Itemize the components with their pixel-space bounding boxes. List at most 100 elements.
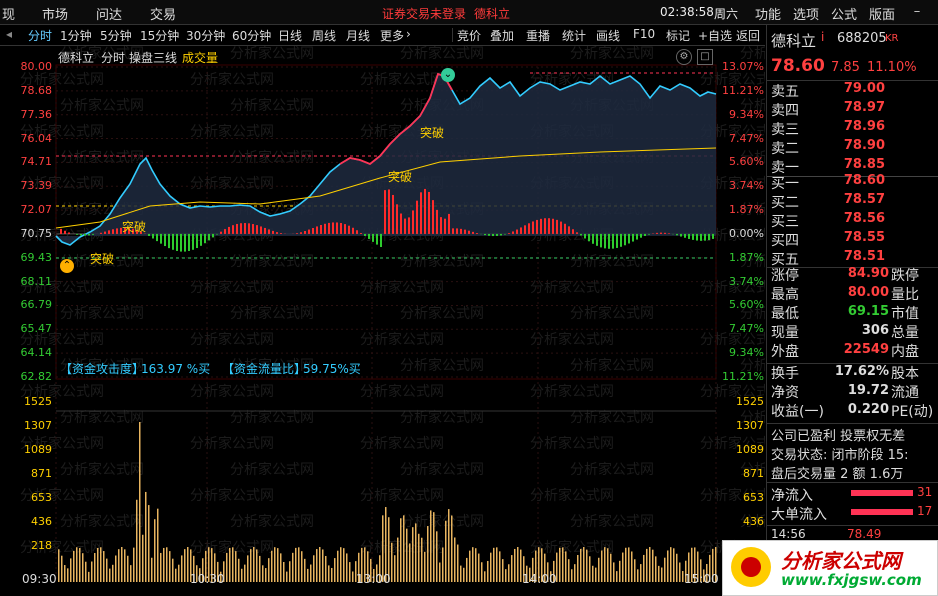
menu-item-wenda[interactable]: 问达 bbox=[96, 4, 122, 23]
volume-bar bbox=[565, 551, 567, 582]
btn-overlay[interactable]: 叠加 bbox=[490, 27, 514, 44]
chart-canvas[interactable]: 分析家公式网分析家公式网分析家公式网分析家公式网分析家公式网分析家公式网分析家公… bbox=[0, 46, 765, 596]
indicator-bar bbox=[372, 233, 374, 242]
watermark-text: 分析家公式网 bbox=[530, 331, 614, 348]
tab-period-1min[interactable]: 1分钟 bbox=[60, 27, 92, 44]
volume-bar bbox=[622, 552, 624, 582]
volume-bar bbox=[385, 507, 387, 582]
watermark-text: 分析家公式网 bbox=[360, 331, 444, 348]
btn-replay[interactable]: 重播 bbox=[526, 27, 550, 44]
btn-back[interactable]: 返回 bbox=[736, 27, 760, 44]
tab-period-day[interactable]: 日线 bbox=[278, 27, 302, 44]
btn-f10[interactable]: F10 bbox=[633, 27, 655, 41]
tab-period-15min[interactable]: 15分钟 bbox=[140, 27, 179, 44]
volume-bar bbox=[466, 557, 468, 582]
indicator-bar bbox=[208, 233, 210, 241]
indicator-bar bbox=[536, 219, 538, 234]
percent-tick-label: 1.87% bbox=[729, 203, 764, 217]
collapse-left-icon[interactable]: ◂ bbox=[6, 27, 12, 41]
volume-bar bbox=[301, 551, 303, 582]
volume-bar bbox=[469, 550, 471, 582]
indicator-bar bbox=[640, 233, 642, 238]
volume-bar bbox=[142, 534, 144, 582]
trade-login-notice[interactable]: 证券交易未登录 bbox=[382, 5, 466, 22]
btn-add-watchlist[interactable]: +自选 bbox=[698, 27, 732, 44]
chart-volume-label[interactable]: 成交量 bbox=[182, 49, 218, 66]
volume-tick-label-left: 1525 bbox=[24, 395, 52, 408]
volume-bar bbox=[646, 548, 648, 582]
site-logo: 分析家公式网 www.fxjgsw.com bbox=[722, 540, 938, 596]
bid-level[interactable]: 买一 78.60 bbox=[771, 173, 935, 192]
tab-period-week[interactable]: 周线 bbox=[312, 27, 336, 44]
indicator-bar bbox=[336, 222, 338, 234]
btn-stats[interactable]: 统计 bbox=[562, 27, 586, 44]
tab-period-fenshi[interactable]: 分时 bbox=[28, 27, 52, 44]
tab-period-30min[interactable]: 30分钟 bbox=[186, 27, 225, 44]
volume-bar bbox=[664, 557, 666, 582]
menu-item-formula[interactable]: 公式 bbox=[831, 4, 857, 23]
quote-panel: 德科立 i 688205 KR 78.60 7.85 11.10% 卖五 79.0… bbox=[766, 25, 938, 596]
bid-level[interactable]: 买三 78.56 bbox=[771, 211, 935, 230]
volume-bar bbox=[232, 547, 234, 582]
menu-item-xian[interactable]: 现 bbox=[2, 4, 15, 23]
fund-attack-label: 【资金攻击度】 bbox=[60, 362, 145, 376]
tab-period-more[interactable]: 更多 bbox=[380, 27, 404, 44]
more-arrow-icon[interactable]: › bbox=[406, 27, 411, 41]
settings-icon[interactable]: ⚙ bbox=[676, 49, 692, 65]
ask-level[interactable]: 卖四 78.97 bbox=[771, 100, 935, 119]
bid-level[interactable]: 买四 78.55 bbox=[771, 230, 935, 249]
volume-bar bbox=[487, 560, 489, 582]
indicator-bar bbox=[108, 230, 110, 234]
stat-label: 收益(一) bbox=[771, 404, 824, 420]
watermark-text: 分析家公式网 bbox=[60, 305, 144, 322]
volume-bar bbox=[460, 565, 462, 582]
ask-level[interactable]: 卖二 78.90 bbox=[771, 138, 935, 157]
volume-bar bbox=[175, 568, 177, 582]
volume-bar bbox=[430, 510, 432, 582]
volume-tick-label-left: 436 bbox=[31, 515, 52, 528]
book-level-price: 78.96 bbox=[843, 119, 885, 134]
maximize-chart-icon[interactable]: □ bbox=[697, 49, 713, 65]
ask-level[interactable]: 卖三 78.96 bbox=[771, 119, 935, 138]
indicator-bar bbox=[164, 233, 166, 247]
chart-indicator-name[interactable]: 操盘三线 bbox=[129, 49, 177, 66]
volume-bar bbox=[649, 547, 651, 582]
watermark-text: 分析家公式网 bbox=[530, 487, 614, 504]
volume-bar bbox=[136, 499, 138, 582]
percent-tick-label: 5.60% bbox=[729, 298, 764, 312]
tab-period-month[interactable]: 月线 bbox=[346, 27, 370, 44]
btn-auction[interactable]: 竞价 bbox=[457, 27, 481, 44]
menu-item-layout[interactable]: 版面 bbox=[869, 4, 895, 23]
percent-tick-label: 1.87% bbox=[729, 250, 764, 264]
info-flag-icon[interactable]: i bbox=[821, 30, 824, 44]
minimize-icon[interactable]: – bbox=[908, 3, 926, 21]
tick-price: 78.49 bbox=[847, 527, 882, 541]
volume-bar bbox=[409, 543, 411, 582]
menu-item-trade[interactable]: 交易 bbox=[150, 4, 176, 23]
indicator-bar bbox=[704, 233, 706, 241]
intraday-chart[interactable]: 分析家公式网分析家公式网分析家公式网分析家公式网分析家公式网分析家公式网分析家公… bbox=[0, 46, 765, 596]
tab-period-5min[interactable]: 5分钟 bbox=[100, 27, 132, 44]
indicator-bar bbox=[448, 213, 450, 234]
indicator-bar bbox=[592, 233, 594, 244]
indicator-bar bbox=[624, 233, 626, 246]
trade-status: 交易状态: 闭市阶段 15: bbox=[771, 448, 909, 463]
watermark-text: 分析家公式网 bbox=[530, 435, 614, 452]
tab-period-60min[interactable]: 60分钟 bbox=[232, 27, 271, 44]
indicator-bar bbox=[412, 210, 414, 234]
btn-mark[interactable]: 标记 bbox=[666, 27, 690, 44]
btn-draw[interactable]: 画线 bbox=[596, 27, 620, 44]
book-level-label: 买一 bbox=[771, 176, 799, 192]
menu-item-options[interactable]: 选项 bbox=[793, 4, 819, 23]
volume-bar bbox=[493, 547, 495, 582]
ask-level[interactable]: 卖五 79.00 bbox=[771, 81, 935, 100]
indicator-bar bbox=[388, 189, 390, 234]
menu-item-market[interactable]: 市场 bbox=[42, 4, 68, 23]
time-tick-label: 15:00 bbox=[684, 572, 719, 586]
watermark-text: 分析家公式网 bbox=[230, 513, 314, 530]
book-level-price: 79.00 bbox=[843, 81, 885, 96]
bid-level[interactable]: 买二 78.57 bbox=[771, 192, 935, 211]
volume-bar bbox=[628, 547, 630, 582]
menu-item-function[interactable]: 功能 bbox=[755, 4, 781, 23]
volume-bar bbox=[391, 542, 393, 582]
